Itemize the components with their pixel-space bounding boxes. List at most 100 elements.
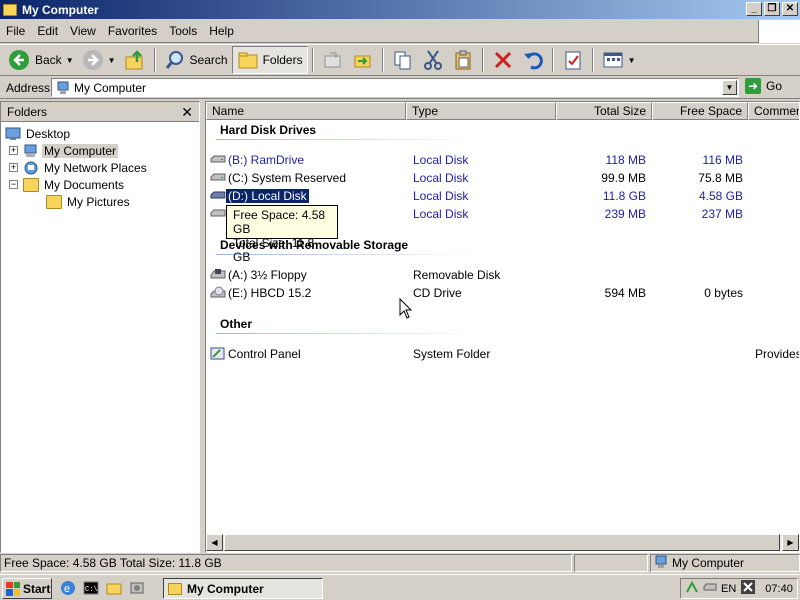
- file-type: Local Disk: [413, 189, 469, 203]
- media-player-icon[interactable]: [129, 580, 145, 596]
- chevron-down-icon[interactable]: ▼: [628, 56, 636, 65]
- drive-row-c[interactable]: (C:) System Reserved Local Disk 99.9 MB …: [210, 170, 799, 187]
- collapse-icon[interactable]: −: [9, 180, 18, 189]
- menu-tools[interactable]: Tools: [163, 24, 203, 38]
- computer-icon: [56, 81, 70, 95]
- tree-item-my-computer[interactable]: + My Computer: [9, 142, 119, 159]
- file-name: (D:) Local Disk: [225, 188, 310, 204]
- start-button[interactable]: Start: [2, 578, 52, 599]
- group-title-other: Other: [220, 317, 253, 331]
- scroll-left-button[interactable]: ◀: [206, 534, 223, 551]
- copy-to-button[interactable]: [348, 46, 378, 74]
- delete-button[interactable]: [488, 46, 518, 74]
- views-button[interactable]: ▼: [598, 46, 640, 74]
- chevron-down-icon[interactable]: ▼: [66, 56, 74, 65]
- menu-edit[interactable]: Edit: [31, 24, 64, 38]
- paste-button[interactable]: [448, 46, 478, 74]
- drive-row-a[interactable]: (A:) 3½ Floppy Removable Disk: [210, 267, 799, 284]
- move-to-icon: [322, 49, 344, 71]
- svg-text:C:\: C:\: [85, 586, 98, 594]
- properties-icon: [562, 49, 584, 71]
- menu-view[interactable]: View: [64, 24, 102, 38]
- drive-tray-icon[interactable]: [703, 580, 717, 597]
- window-controls: _ ❐ ✕: [744, 2, 798, 16]
- file-free-space: 4.58 GB: [698, 189, 743, 203]
- address-input[interactable]: My Computer ▼: [51, 78, 739, 97]
- scissors-icon: [422, 49, 444, 71]
- file-name: (E:) HBCD 15.2: [228, 286, 312, 300]
- folders-label: Folders: [262, 53, 303, 67]
- command-prompt-icon[interactable]: C:\: [83, 580, 99, 596]
- search-button[interactable]: Search: [160, 46, 232, 74]
- up-button[interactable]: [120, 46, 150, 74]
- internet-explorer-icon[interactable]: e: [60, 580, 76, 596]
- folders-pane: Folders ✕ Desktop + My Computer + My Net…: [0, 101, 200, 553]
- cut-button[interactable]: [418, 46, 448, 74]
- minimize-button[interactable]: _: [746, 2, 762, 16]
- move-to-button[interactable]: [318, 46, 348, 74]
- properties-button[interactable]: [558, 46, 588, 74]
- mouse-cursor-icon: [399, 297, 413, 323]
- floppy-drive-icon: [210, 268, 226, 282]
- language-indicator[interactable]: EN: [721, 583, 736, 595]
- folder-icon: [46, 194, 62, 209]
- column-header-type[interactable]: Type: [406, 102, 556, 120]
- control-panel-row[interactable]: Control Panel System Folder Provides: [210, 346, 800, 363]
- horizontal-scrollbar[interactable]: ◀ ▶: [206, 534, 799, 551]
- expand-icon[interactable]: +: [9, 163, 18, 172]
- drive-row-b[interactable]: (B:) RamDrive Local Disk 118 MB 116 MB: [210, 152, 799, 169]
- status-zone: My Computer: [650, 554, 800, 572]
- folders-button[interactable]: Folders: [231, 46, 308, 74]
- menu-file[interactable]: File: [0, 24, 31, 38]
- file-total-size: 99.9 MB: [601, 171, 646, 185]
- close-tray-icon[interactable]: [741, 580, 756, 597]
- chevron-down-icon[interactable]: ▼: [108, 56, 116, 65]
- folder-icon[interactable]: [106, 580, 122, 596]
- close-icon[interactable]: ✕: [181, 104, 193, 121]
- close-button[interactable]: ✕: [782, 2, 798, 16]
- scroll-thumb[interactable]: [224, 534, 780, 551]
- file-comment: Provides: [755, 347, 800, 361]
- menu-favorites[interactable]: Favorites: [102, 24, 163, 38]
- windows-flag-icon: [6, 581, 20, 596]
- menu-help[interactable]: Help: [203, 24, 240, 38]
- column-header-total-size[interactable]: Total Size: [556, 102, 652, 120]
- file-name: (C:) System Reserved: [228, 171, 347, 185]
- maximize-button[interactable]: ❐: [764, 2, 780, 16]
- back-arrow-icon: [8, 49, 30, 71]
- drive-row-e[interactable]: (E:) HBCD 15.2 CD Drive 594 MB 0 bytes: [210, 285, 799, 302]
- tree-item-my-documents[interactable]: − My Documents: [9, 176, 126, 193]
- tree-item-my-pictures[interactable]: My Pictures: [43, 193, 132, 210]
- tree-item-desktop[interactable]: Desktop: [5, 125, 72, 142]
- group-divider: [216, 139, 478, 140]
- address-dropdown-button[interactable]: ▼: [722, 80, 737, 95]
- column-header-free-space[interactable]: Free Space: [652, 102, 748, 120]
- toolbar-separator: [153, 48, 156, 72]
- undo-button[interactable]: [518, 46, 548, 74]
- column-header-name[interactable]: Name: [206, 102, 406, 120]
- folder-up-icon: [124, 49, 146, 71]
- column-header-comment[interactable]: Comment: [748, 102, 799, 120]
- scroll-right-button[interactable]: ▶: [782, 534, 799, 551]
- taskbar-window-my-computer[interactable]: My Computer: [163, 578, 323, 599]
- folder-icon: [3, 3, 17, 16]
- address-label: Address: [6, 80, 51, 95]
- file-free-space: 0 bytes: [704, 286, 743, 300]
- toolbar-separator: [381, 48, 384, 72]
- back-button[interactable]: Back ▼: [4, 46, 78, 74]
- tree-item-label: My Network Places: [44, 160, 147, 175]
- forward-button[interactable]: ▼: [78, 46, 120, 74]
- drive-row-d[interactable]: (D:) Local Disk Local Disk 11.8 GB 4.58 …: [210, 188, 799, 205]
- expand-icon[interactable]: +: [9, 146, 18, 155]
- tree-item-my-network-places[interactable]: + My Network Places: [9, 159, 149, 176]
- toolbar-separator: [551, 48, 554, 72]
- file-free-space: 237 MB: [701, 207, 743, 221]
- file-type: Local Disk: [413, 153, 469, 167]
- network-tray-icon[interactable]: [685, 580, 699, 597]
- tooltip-total-size: Total Size: 11.8 GB: [233, 236, 315, 264]
- windows-logo: [758, 20, 800, 43]
- file-name: Control Panel: [228, 347, 301, 361]
- copy-button[interactable]: [388, 46, 418, 74]
- file-total-size: 11.8 GB: [602, 189, 646, 203]
- go-button[interactable]: ➜ Go: [745, 78, 782, 94]
